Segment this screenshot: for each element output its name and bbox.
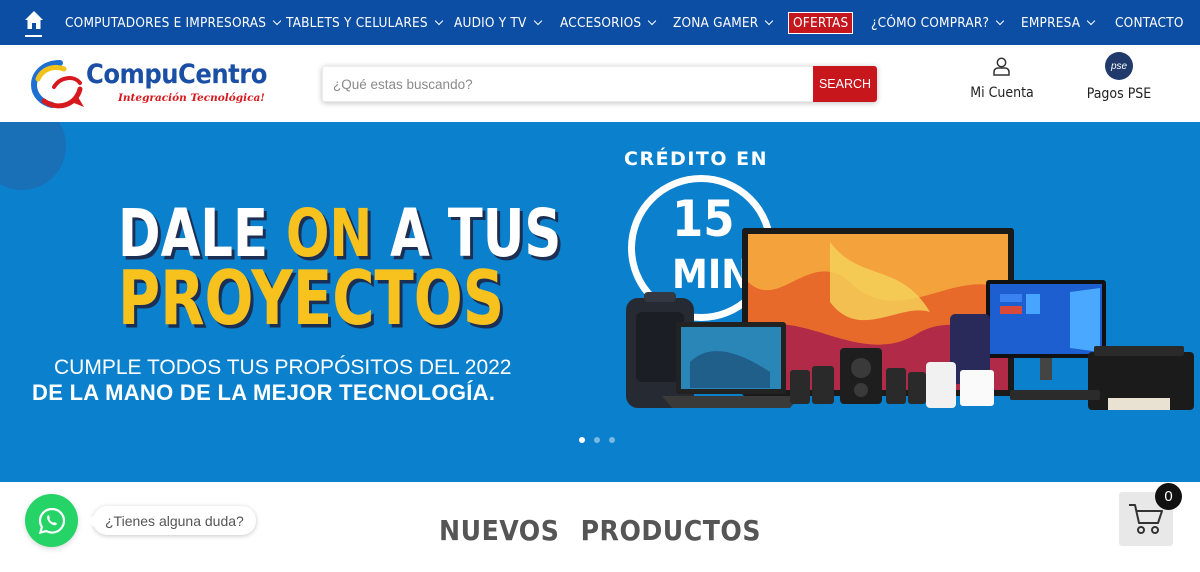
whatsapp-tooltip[interactable]: ¿Tienes alguna duda? [87,506,256,535]
search-button[interactable]: SEARCH [813,66,877,102]
home-icon [25,11,43,29]
nav-item-label: CONTACTO [1115,14,1184,31]
account-label: Mi Cuenta [970,85,1034,101]
whatsapp-icon [38,507,65,534]
chevron-down-icon [765,16,774,25]
top-navigation: COMPUTADORES E IMPRESORAS TABLETS Y CELU… [0,0,1200,45]
hero-headline-line2: PROYECTOS [118,256,505,343]
chevron-down-icon [995,16,1005,25]
nav-item-como-comprar[interactable]: ¿CÓMO COMPRAR? [871,0,1005,45]
user-icon [993,57,1010,76]
nav-item-empresa[interactable]: EMPRESA [1021,0,1096,45]
hero-subtitle-1: CUMPLE TODOS TUS PROPÓSITOS DEL 2022 [54,356,512,379]
nav-item-label: TABLETS Y CELULARES [286,14,428,31]
credit-label: CRÉDITO EN [624,148,769,170]
chevron-down-icon [648,16,657,25]
whatsapp-button[interactable] [25,494,78,547]
nav-item-label: EMPRESA [1021,14,1081,31]
site-logo[interactable]: CompuCentro Integración Tecnológica! [30,57,267,113]
chevron-down-icon [1087,16,1096,25]
search-form: SEARCH [322,66,877,102]
printer-illustration [1088,346,1194,410]
nav-item-label: ACCESORIOS [560,14,642,31]
nav-item-audio-tv[interactable]: AUDIO Y TV [454,0,542,45]
carousel-dot[interactable] [609,437,615,443]
pse-payments-link[interactable]: pse Pagos PSE [1083,50,1155,112]
nav-item-ofertas[interactable]: OFERTAS [788,0,854,45]
site-header: CompuCentro Integración Tecnológica! SEA… [0,45,1200,122]
nav-item-label: AUDIO Y TV [454,14,527,31]
logo-name: CompuCentro [86,59,267,90]
hero-banner[interactable]: DALE ON A TUS PROYECTOS CUMPLE TODOS TUS… [0,122,1200,482]
chevron-down-icon [434,16,444,25]
keyboard-illustration [1010,390,1100,400]
nav-item-contacto[interactable]: CONTACTO [1115,0,1184,45]
nav-item-computadores[interactable]: COMPUTADORES E IMPRESORAS [65,0,282,45]
nav-item-label: COMPUTADORES E IMPRESORAS [65,14,267,31]
carousel-dots [579,437,615,443]
nav-item-label: ¿CÓMO COMPRAR? [871,14,990,31]
carousel-dot[interactable] [594,437,600,443]
pse-logo-icon: pse [1105,52,1133,80]
home-active-indicator [25,35,42,37]
logo-tagline: Integración Tecnológica! [118,92,265,104]
search-input[interactable] [322,66,813,102]
pse-label: Pagos PSE [1086,86,1152,102]
nav-item-zona-gamer[interactable]: ZONA GAMER [673,0,774,45]
nav-item-label: OFERTAS [788,11,854,34]
decorative-bubble [0,122,66,190]
home-link[interactable] [24,10,44,36]
nav-item-label: ZONA GAMER [673,14,759,31]
nav-item-accesorios[interactable]: ACCESORIOS [560,0,657,45]
hero-subtitle-2: DE LA MANO DE LA MEJOR TECNOLOGÍA. [32,380,496,405]
cart-count-badge: 0 [1155,483,1182,510]
logo-swirl-icon [30,60,84,109]
chevron-down-icon [272,16,282,25]
account-link[interactable]: Mi Cuenta [962,55,1042,113]
chevron-down-icon [533,16,542,25]
carousel-dot[interactable] [579,437,585,443]
products-illustration [626,228,1194,410]
nav-item-tablets[interactable]: TABLETS Y CELULARES [286,0,444,45]
